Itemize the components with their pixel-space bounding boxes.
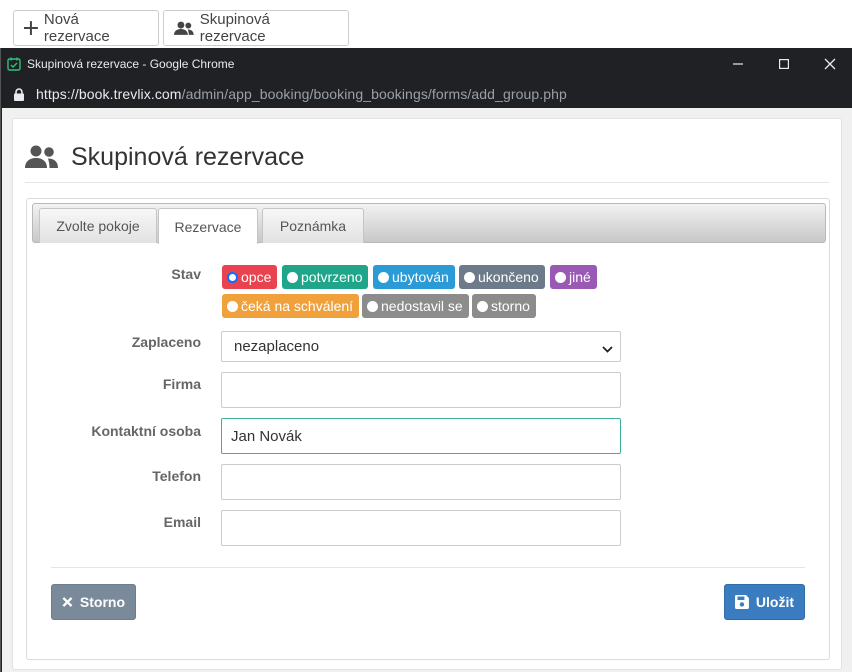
close-icon	[824, 58, 836, 70]
url-path: /admin/app_booking/booking_bookings/form…	[181, 86, 567, 102]
group-reservation-button[interactable]: Skupinová rezervace	[163, 10, 349, 46]
stav-option-potvrzeno[interactable]: potvrzeno	[282, 265, 369, 289]
cancel-button[interactable]: Storno	[51, 584, 136, 620]
form-box: Zvolte pokoje Rezervace Poznámka Stav op…	[26, 198, 830, 660]
plus-icon	[24, 21, 38, 35]
maximize-icon	[779, 59, 789, 69]
stav-option-label: jiné	[569, 269, 591, 285]
email-input[interactable]	[221, 510, 621, 546]
users-icon	[25, 145, 58, 168]
dialog-header: Skupinová rezervace	[25, 133, 829, 183]
close-button[interactable]	[807, 48, 852, 80]
radio-ukonceno[interactable]	[464, 271, 475, 283]
minimize-button[interactable]	[715, 48, 761, 80]
radio-nedostavil-se[interactable]	[367, 300, 378, 312]
radio-potvrzeno[interactable]	[287, 271, 298, 283]
stav-option-label: nedostavil se	[381, 298, 463, 314]
radio-storno[interactable]	[477, 300, 488, 312]
floppy-disk-icon	[735, 595, 749, 609]
dialog-panel: Skupinová rezervace Zvolte pokoje Rezerv…	[12, 118, 842, 670]
stav-option-opce[interactable]: opce	[222, 265, 278, 289]
kontakt-label: Kontaktní osoba	[91, 423, 201, 439]
maximize-button[interactable]	[761, 48, 807, 80]
minimize-icon	[733, 63, 743, 65]
save-button[interactable]: Uložit	[724, 584, 805, 620]
telefon-label: Telefon	[152, 468, 201, 484]
stav-option-nedostavil-se[interactable]: nedostavil se	[362, 294, 469, 318]
save-label: Uložit	[755, 594, 794, 610]
new-reservation-button[interactable]: Nová rezervace	[13, 10, 159, 46]
close-icon	[62, 597, 73, 607]
users-icon	[174, 21, 194, 35]
stav-option-label: ubytován	[392, 269, 449, 285]
zaplaceno-value: nezaplaceno	[234, 338, 320, 355]
url-text: https://book.trevlix.com/admin/app_booki…	[36, 86, 567, 102]
email-label: Email	[163, 514, 201, 530]
url-host: book.trevlix.com	[78, 86, 182, 102]
firma-label: Firma	[162, 376, 201, 392]
kontakt-input[interactable]: Jan Novák	[221, 418, 621, 454]
group-reservation-label: Skupinová rezervace	[199, 11, 270, 45]
telefon-input[interactable]	[221, 464, 621, 500]
stav-option-storno[interactable]: storno	[472, 294, 536, 318]
firma-input[interactable]	[221, 372, 621, 408]
stav-option-ubytovan[interactable]: ubytován	[373, 265, 455, 289]
radio-opce[interactable]	[227, 271, 238, 283]
popup-page: Skupinová rezervace Zvolte pokoje Rezerv…	[2, 108, 852, 672]
radio-ceka-na-schvaleni[interactable]	[227, 300, 238, 312]
new-reservation-label: Nová rezervace	[43, 11, 110, 45]
radio-jine[interactable]	[555, 271, 566, 283]
tab-rezervace[interactable]: Rezervace	[158, 208, 258, 244]
stav-option-jine[interactable]: jiné	[550, 265, 597, 289]
zaplaceno-select[interactable]: nezaplaceno	[221, 331, 621, 362]
zaplaceno-label: Zaplaceno	[131, 334, 201, 350]
lock-icon	[14, 87, 24, 101]
chrome-popup-window: Skupinová rezervace - Google Chrome http…	[0, 48, 852, 672]
stav-option-label: storno	[491, 298, 530, 314]
tab-poznamka[interactable]: Poznámka	[262, 208, 364, 243]
chevron-down-icon	[602, 346, 613, 353]
tab-bar: Zvolte pokoje Rezervace Poznámka	[32, 203, 826, 244]
stav-option-label: čeká na schválení	[241, 298, 354, 314]
calendar-check-icon	[7, 57, 21, 71]
stav-option-label: opce	[241, 269, 272, 285]
kontakt-value: Jan Novák	[231, 427, 302, 445]
tab-zvolte-pokoje[interactable]: Zvolte pokoje	[39, 208, 157, 243]
footer-divider	[51, 567, 805, 568]
stav-option-ukonceno[interactable]: ukončeno	[459, 265, 545, 289]
stav-label: Stav	[171, 266, 201, 282]
cancel-label: Storno	[79, 594, 125, 610]
address-bar[interactable]: https://book.trevlix.com/admin/app_booki…	[1, 80, 852, 108]
stav-option-label: ukončeno	[478, 269, 539, 285]
stav-option-label: potvrzeno	[301, 269, 363, 285]
window-title: Skupinová rezervace - Google Chrome	[27, 57, 235, 71]
url-scheme: https://	[36, 86, 79, 102]
radio-ubytovan[interactable]	[378, 271, 389, 283]
window-titlebar: Skupinová rezervace - Google Chrome	[1, 48, 852, 80]
dialog-title: Skupinová rezervace	[71, 143, 305, 171]
background-toolbar: Nová rezervace Skupinová rezervace	[0, 0, 852, 48]
stav-option-ceka-na-schvaleni[interactable]: čeká na schválení	[222, 294, 360, 318]
